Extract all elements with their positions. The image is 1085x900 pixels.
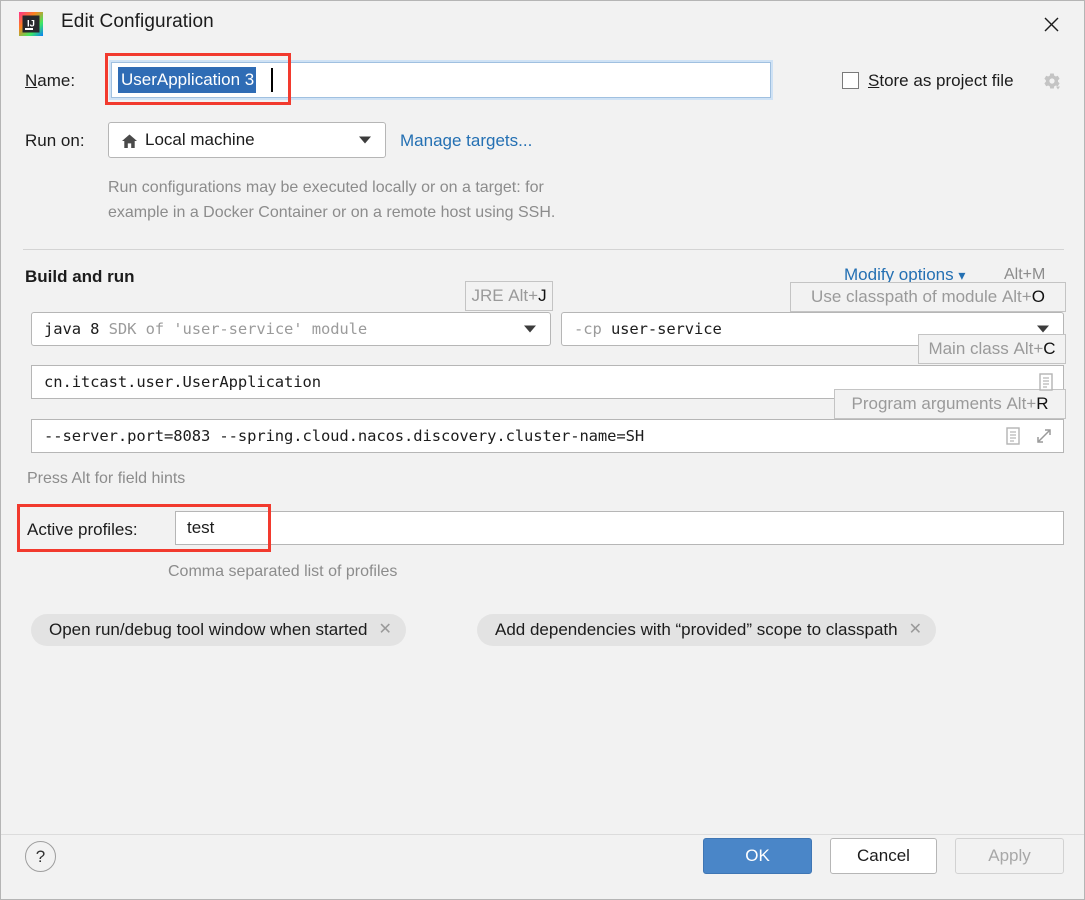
build-and-run-title: Build and run <box>25 267 135 286</box>
footer-separator <box>1 834 1084 835</box>
cancel-button[interactable]: Cancel <box>830 838 937 874</box>
chevron-down-icon[interactable] <box>524 325 536 333</box>
main-class-field-hint: Main class Alt+ C <box>918 334 1066 364</box>
chip-add-provided-dependencies[interactable]: Add dependencies with “provided” scope t… <box>477 614 936 646</box>
text-caret <box>271 68 273 92</box>
jre-combobox[interactable]: java 8 SDK of 'user-service' module <box>31 312 551 346</box>
jre-value: java 8 SDK of 'user-service' module <box>44 320 367 338</box>
store-as-project-file-checkbox[interactable] <box>842 72 859 89</box>
list-icon[interactable] <box>1002 425 1024 447</box>
chevron-down-icon: ▾ <box>958 267 966 283</box>
classpath-field-hint-shortcut-prefix: Alt+ <box>1001 287 1032 306</box>
main-class-field-hint-shortcut-prefix: Alt+ <box>1013 339 1044 358</box>
main-class-field-hint-label: Main class <box>928 339 1009 358</box>
name-label-mnemonic: N <box>25 71 38 90</box>
close-icon[interactable] <box>1034 9 1068 39</box>
apply-button: Apply <box>955 838 1064 874</box>
svg-text:IJ: IJ <box>27 19 35 30</box>
section-separator <box>23 249 1064 250</box>
main-class-value: cn.itcast.user.UserApplication <box>44 373 321 391</box>
classpath-field-hint: Use classpath of module Alt+ O <box>790 282 1066 312</box>
active-profiles-input[interactable]: test <box>175 511 1064 545</box>
run-on-description-line1: Run configurations may be executed local… <box>108 179 544 196</box>
name-input-value: UserApplication 3 <box>118 67 257 93</box>
gear-icon[interactable] <box>1041 71 1063 93</box>
field-hints-note: Press Alt for field hints <box>27 470 186 487</box>
title-bar: IJ Edit Configuration <box>1 1 1084 45</box>
program-arguments-field-hint-shortcut-prefix: Alt+ <box>1006 394 1037 413</box>
program-arguments-value: --server.port=8083 --spring.cloud.nacos.… <box>44 427 645 445</box>
classpath-field-hint-label: Use classpath of module <box>811 287 998 306</box>
home-icon <box>120 132 138 150</box>
program-arguments-input[interactable]: --server.port=8083 --spring.cloud.nacos.… <box>31 419 1064 453</box>
run-on-description-line2: example in a Docker Container or on a re… <box>108 204 556 221</box>
edit-configuration-dialog: IJ Edit Configuration Name: UserApplicat… <box>0 0 1085 900</box>
store-as-project-file-rest: tore as project file <box>879 71 1014 90</box>
jre-field-hint-label: JRE <box>471 286 504 305</box>
jre-value-bold: java 8 <box>44 320 100 338</box>
program-arguments-field-hint: Program arguments Alt+ R <box>834 389 1066 419</box>
store-as-project-file-label[interactable]: Store as project file <box>868 71 1014 91</box>
name-input[interactable]: UserApplication 3 <box>111 62 771 98</box>
store-as-project-file-mnemonic: S <box>868 71 880 90</box>
jre-value-dim-wrap: SDK of 'user-service' module <box>99 320 368 338</box>
list-icon[interactable] <box>1035 371 1057 393</box>
jre-field-hint-shortcut-prefix: Alt+ <box>508 286 539 305</box>
chip-label: Add dependencies with “provided” scope t… <box>495 620 898 639</box>
jre-value-dim: SDK of 'user-service' module <box>108 320 368 338</box>
run-on-combobox[interactable]: Local machine <box>108 122 386 158</box>
name-label: Name: <box>25 71 75 91</box>
help-button[interactable]: ? <box>25 841 56 872</box>
main-class-field-hint-shortcut-key: C <box>1043 339 1056 358</box>
program-arguments-field-hint-label: Program arguments <box>851 394 1002 413</box>
chevron-down-icon[interactable] <box>1037 325 1049 333</box>
classpath-field-hint-shortcut-key: O <box>1031 287 1045 306</box>
jre-field-hint: JRE Alt+ J <box>465 281 553 311</box>
dialog-title: Edit Configuration <box>61 11 214 32</box>
name-label-rest: ame: <box>37 71 76 90</box>
chevron-down-icon[interactable] <box>359 136 371 144</box>
run-on-value: Local machine <box>145 130 255 149</box>
chip-label: Open run/debug tool window when started <box>49 620 368 639</box>
expand-icon[interactable] <box>1033 425 1055 447</box>
manage-targets-link[interactable]: Manage targets... <box>400 131 532 151</box>
classpath-value: -cp user-service <box>574 320 722 338</box>
run-on-label: Run on: <box>25 131 85 150</box>
classpath-value-dim: -cp <box>574 320 602 338</box>
program-arguments-field-hint-shortcut-key: R <box>1036 394 1049 413</box>
intellij-idea-logo-icon: IJ <box>18 11 44 37</box>
close-icon[interactable]: ✕ <box>378 622 391 638</box>
jre-field-hint-shortcut-key: J <box>538 286 547 305</box>
chip-open-run-debug-tool-window[interactable]: Open run/debug tool window when started … <box>31 614 406 646</box>
classpath-value-bold: user-service <box>610 320 722 338</box>
active-profiles-hint: Comma separated list of profiles <box>168 563 398 580</box>
close-icon[interactable]: ✕ <box>909 622 922 638</box>
active-profiles-value: test <box>187 518 215 537</box>
ok-button[interactable]: OK <box>703 838 812 874</box>
active-profiles-label: Active profiles: <box>27 520 138 539</box>
